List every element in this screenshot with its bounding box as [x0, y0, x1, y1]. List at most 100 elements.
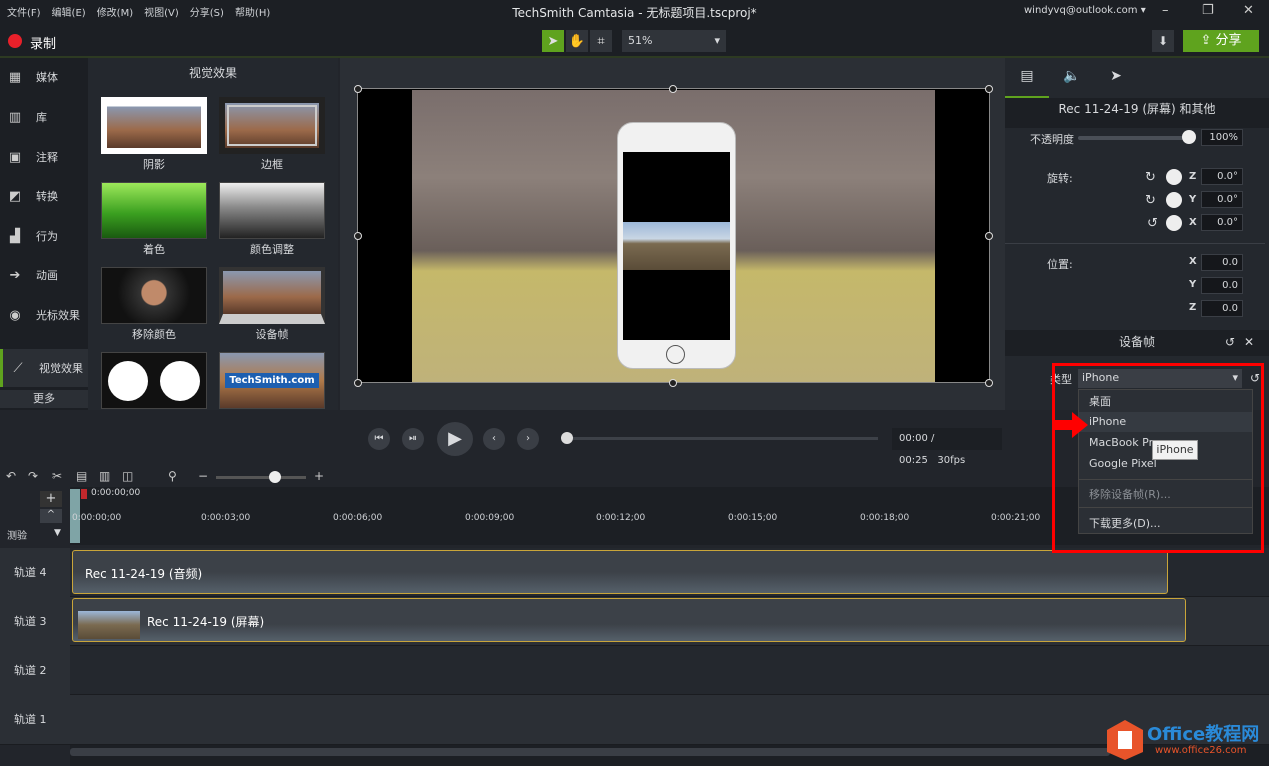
- resize-handle[interactable]: [354, 379, 362, 387]
- remove-effect-icon[interactable]: ✕: [1244, 335, 1254, 349]
- track-3: 轨道 3 Rec 11-24-19 (屏幕): [0, 597, 1269, 646]
- axis-label: Z: [1189, 171, 1197, 182]
- play-icon[interactable]: ▶: [437, 422, 473, 456]
- home-button-icon: [666, 345, 685, 364]
- tick-label: 0:00:06;00: [333, 513, 383, 523]
- behavior-icon: ▟: [10, 228, 20, 244]
- sidebar-item-annotations[interactable]: ▣ 注释: [0, 138, 88, 176]
- tick-label: 0:00:00;00: [72, 513, 122, 523]
- audio-clip[interactable]: Rec 11-24-19 (音频): [72, 550, 1168, 594]
- effect-clock[interactable]: [101, 352, 207, 432]
- step-back-icon[interactable]: ⏮: [368, 428, 390, 450]
- scrubber-track[interactable]: [566, 437, 878, 440]
- position-y-input[interactable]: 0.0: [1201, 277, 1243, 294]
- restore-button[interactable]: ❐: [1202, 3, 1214, 18]
- cut-icon[interactable]: ✂: [52, 469, 62, 483]
- timeline-scrollbar[interactable]: [70, 745, 1269, 766]
- tab-audio-properties[interactable]: 🔈: [1050, 62, 1094, 98]
- timeline-zoom-handle[interactable]: [269, 471, 281, 483]
- share-button[interactable]: ⇪ 分享: [1183, 30, 1259, 52]
- reset-icon[interactable]: ↺: [1225, 335, 1235, 349]
- sidebar-item-visual-effects[interactable]: ⟋ 视觉效果: [0, 349, 88, 387]
- opacity-slider-handle[interactable]: [1182, 130, 1196, 144]
- screen-clip[interactable]: Rec 11-24-19 (屏幕): [72, 598, 1186, 642]
- close-button[interactable]: ✕: [1243, 3, 1254, 18]
- resize-handle[interactable]: [354, 85, 362, 93]
- previous-icon[interactable]: ‹: [483, 428, 505, 450]
- tab-cursor-properties[interactable]: ➤: [1094, 62, 1138, 98]
- track-2: 轨道 2: [0, 646, 1269, 695]
- tab-visual-properties[interactable]: ▤: [1005, 62, 1049, 98]
- effect-shadow[interactable]: 阴影: [101, 97, 207, 177]
- zoom-in-button[interactable]: +: [314, 469, 324, 483]
- effect-border[interactable]: 边框: [219, 97, 325, 177]
- effect-device-frame[interactable]: 设备帧: [219, 267, 325, 347]
- record-icon[interactable]: [8, 34, 22, 48]
- sidebar-item-cursor-effects[interactable]: ◉ 光标效果: [0, 296, 88, 334]
- paste-icon[interactable]: ▥: [99, 469, 110, 483]
- add-track-button[interactable]: +: [40, 491, 62, 507]
- effect-label: 移除颜色: [132, 328, 176, 341]
- zoom-out-button[interactable]: −: [198, 469, 208, 483]
- sidebar-label: 库: [36, 111, 47, 124]
- panel-title: 视觉效果: [188, 66, 237, 80]
- rotation-y-input[interactable]: 0.0°: [1201, 191, 1243, 208]
- download-icon[interactable]: ⬇: [1152, 30, 1174, 52]
- sidebar-item-animations[interactable]: ➔ 动画: [0, 256, 88, 294]
- split-icon[interactable]: ◫: [122, 469, 133, 483]
- resize-handle[interactable]: [985, 379, 993, 387]
- clip-name: Rec 11-24-19 (音频): [85, 567, 203, 581]
- clip-thumbnail: [78, 611, 140, 639]
- effect-callout[interactable]: TechSmith.com: [219, 352, 325, 432]
- more-button[interactable]: 更多: [0, 390, 88, 408]
- rotate-x-icon: ↺: [1147, 216, 1158, 231]
- effect-thumbnail: [101, 97, 207, 154]
- minimize-button[interactable]: –: [1162, 3, 1169, 18]
- position-x-input[interactable]: 0.0: [1201, 254, 1243, 271]
- step-forward-icon[interactable]: ⏯: [402, 428, 424, 450]
- resize-handle[interactable]: [354, 232, 362, 240]
- playhead-out-marker[interactable]: [81, 489, 87, 499]
- effect-color-adjust[interactable]: 颜色调整: [219, 182, 325, 262]
- timeline-zoom-slider[interactable]: [216, 476, 306, 479]
- undo-icon[interactable]: ↶: [6, 469, 16, 483]
- select-tool-icon[interactable]: ➤: [542, 30, 564, 52]
- sidebar-label: 媒体: [36, 71, 58, 84]
- redo-icon[interactable]: ↷: [28, 469, 38, 483]
- sidebar-item-media[interactable]: ▦ 媒体: [0, 58, 88, 96]
- chevron-down-icon[interactable]: ▼: [54, 528, 61, 538]
- scrubber-handle[interactable]: [561, 432, 573, 444]
- collapse-button[interactable]: ^: [40, 509, 62, 523]
- next-icon[interactable]: ›: [517, 428, 539, 450]
- cursor-effect-icon: ◉: [9, 307, 21, 323]
- position-z-input[interactable]: 0.0: [1201, 300, 1243, 317]
- opacity-input[interactable]: 100%: [1201, 129, 1243, 146]
- effect-colorize[interactable]: 着色: [101, 182, 207, 262]
- resize-handle[interactable]: [985, 85, 993, 93]
- resize-handle[interactable]: [985, 232, 993, 240]
- pan-tool-icon[interactable]: ✋: [566, 30, 588, 52]
- sidebar-item-behaviors[interactable]: ▟ 行为: [0, 217, 88, 255]
- zoom-select[interactable]: 51% ▾: [622, 30, 726, 52]
- record-button[interactable]: 录制: [30, 33, 56, 52]
- account-menu[interactable]: windyvq@outlook.com ▾: [1024, 5, 1146, 16]
- crop-tool-icon[interactable]: ⌗: [590, 30, 612, 52]
- effect-label: 设备帧: [255, 328, 289, 341]
- sidebar-item-transitions[interactable]: ◩ 转换: [0, 177, 88, 215]
- rotation-y-dial[interactable]: [1166, 192, 1182, 208]
- copy-icon[interactable]: ▤: [76, 469, 87, 483]
- rotation-z-input[interactable]: 0.0°: [1201, 168, 1243, 185]
- resize-handle[interactable]: [669, 379, 677, 387]
- rotation-x-input[interactable]: 0.0°: [1201, 214, 1243, 231]
- rotation-x-dial[interactable]: [1166, 215, 1182, 231]
- sidebar-item-library[interactable]: ▥ 库: [0, 98, 88, 136]
- rotation-z-dial[interactable]: [1166, 169, 1182, 185]
- effect-thumbnail: [101, 267, 207, 324]
- scrollbar-thumb[interactable]: [70, 748, 1110, 756]
- resize-handle[interactable]: [669, 85, 677, 93]
- sidebar-label: 转换: [36, 190, 58, 203]
- opacity-slider[interactable]: [1078, 136, 1190, 140]
- effect-remove-color[interactable]: 移除颜色: [101, 267, 207, 347]
- annotation-icon: ▣: [8, 149, 22, 165]
- sidebar-label: 注释: [36, 151, 58, 164]
